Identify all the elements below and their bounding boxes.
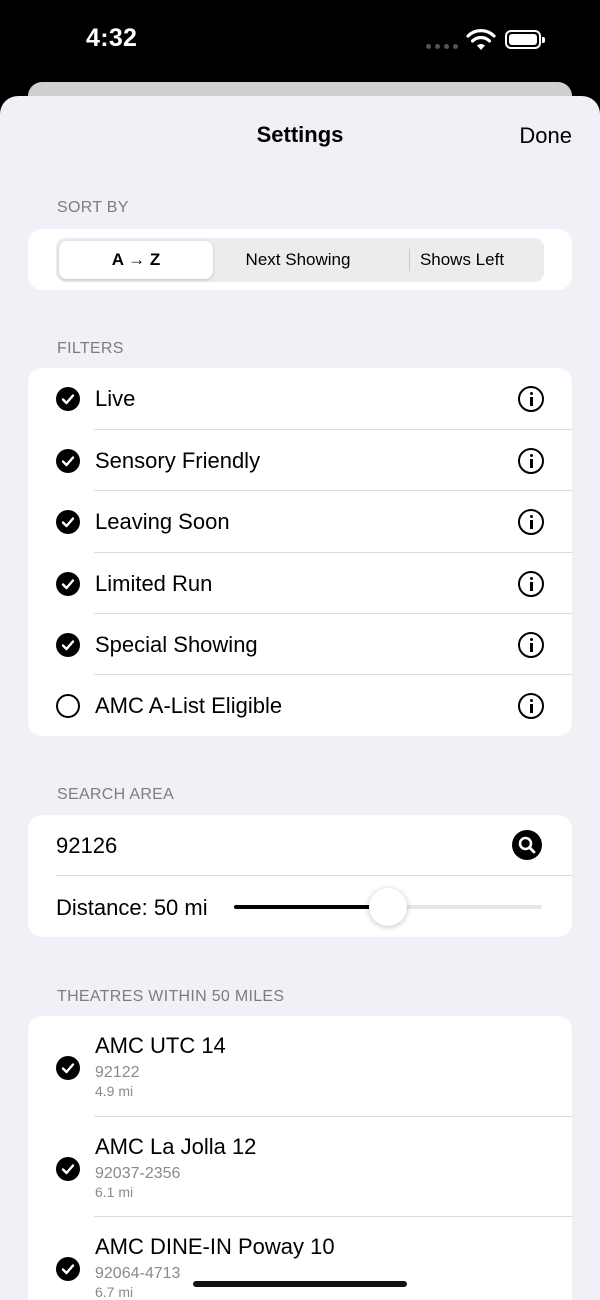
sort-option-next-showing[interactable]: Next Showing [216, 238, 380, 282]
checkmark-circle-icon[interactable] [56, 1157, 80, 1181]
theatre-distance: 6.7 mi [95, 1284, 134, 1300]
theatre-distance: 6.1 mi [95, 1184, 134, 1200]
filter-row-amc-a-list-eligible[interactable]: AMC A-List Eligible [28, 675, 572, 736]
status-bar: 4:32 [0, 0, 600, 84]
checkmark-circle-icon[interactable] [56, 572, 80, 596]
filter-label: Special Showing [95, 632, 258, 657]
done-button[interactable]: Done [519, 123, 572, 149]
sort-card: A → Z Next Showing Shows Left [28, 229, 572, 290]
empty-circle-icon[interactable] [56, 694, 80, 718]
filter-row-leaving-soon[interactable]: Leaving Soon [28, 491, 572, 552]
sort-option-a-z[interactable]: A → Z [59, 241, 213, 279]
info-icon[interactable] [518, 448, 544, 474]
distance-label: Distance: 50 mi [56, 895, 208, 920]
theatre-zip: 92064-4713 [95, 1265, 181, 1282]
zip-code-field[interactable]: 92126 [56, 833, 117, 859]
home-indicator[interactable] [193, 1281, 407, 1287]
filter-row-sensory-friendly[interactable]: Sensory Friendly [28, 430, 572, 491]
checkmark-circle-icon[interactable] [56, 449, 80, 473]
sort-segmented-control: A → Z Next Showing Shows Left [56, 238, 544, 282]
theatre-zip: 92037-2356 [95, 1165, 181, 1182]
info-icon[interactable] [518, 386, 544, 412]
info-icon[interactable] [518, 632, 544, 658]
cellular-signal-icon [426, 44, 458, 50]
theatre-row[interactable]: AMC DINE-IN Poway 10 92064-4713 6.7 mi [28, 1217, 572, 1300]
filter-row-live[interactable]: Live [28, 368, 572, 429]
checkmark-circle-icon[interactable] [56, 1056, 80, 1080]
divider [56, 875, 572, 876]
theatre-name: AMC UTC 14 [95, 1033, 226, 1058]
theatres-card: AMC UTC 14 92122 4.9 mi AMC La Jolla 12 … [28, 1016, 572, 1300]
battery-icon [505, 30, 545, 49]
theatre-name: AMC La Jolla 12 [95, 1134, 257, 1159]
checkmark-circle-icon[interactable] [56, 510, 80, 534]
filters-section-label: FILTERS [57, 340, 124, 357]
wifi-icon [466, 28, 496, 52]
filter-label: Limited Run [95, 571, 213, 596]
info-icon[interactable] [518, 571, 544, 597]
info-icon[interactable] [518, 693, 544, 719]
distance-slider[interactable] [234, 888, 542, 926]
settings-sheet: Settings Done SORT BY A → Z Next Showing… [0, 96, 600, 1300]
filter-label: Live [95, 386, 136, 411]
theatres-section-label: THEATRES WITHIN 50 MILES [57, 988, 285, 1005]
theatre-zip: 92122 [95, 1064, 140, 1081]
checkmark-circle-icon[interactable] [56, 633, 80, 657]
filter-row-special-showing[interactable]: Special Showing [28, 614, 572, 675]
search-area-section-label: SEARCH AREA [57, 786, 175, 803]
slider-thumb[interactable] [369, 888, 407, 926]
filters-card: Live Sensory Friendly Leaving Soon Limit… [28, 368, 572, 736]
filter-label: Leaving Soon [95, 509, 230, 534]
filter-label: AMC A-List Eligible [95, 693, 283, 718]
search-area-card: 92126 Distance: 50 mi [28, 815, 572, 937]
sort-section-label: SORT BY [57, 199, 129, 216]
status-time: 4:32 [86, 24, 138, 52]
slider-fill [234, 905, 388, 909]
checkmark-circle-icon[interactable] [56, 387, 80, 411]
search-icon[interactable] [512, 830, 542, 860]
page-title: Settings [256, 122, 344, 147]
sort-option-shows-left[interactable]: Shows Left [380, 238, 544, 282]
checkmark-circle-icon[interactable] [56, 1257, 80, 1281]
theatre-distance: 4.9 mi [95, 1083, 134, 1099]
filter-row-limited-run[interactable]: Limited Run [28, 553, 572, 614]
info-icon[interactable] [518, 509, 544, 535]
filter-label: Sensory Friendly [95, 448, 261, 473]
theatre-row[interactable]: AMC UTC 14 92122 4.9 mi [28, 1016, 572, 1116]
theatre-name: AMC DINE-IN Poway 10 [95, 1234, 335, 1259]
theatre-row[interactable]: AMC La Jolla 12 92037-2356 6.1 mi [28, 1117, 572, 1217]
